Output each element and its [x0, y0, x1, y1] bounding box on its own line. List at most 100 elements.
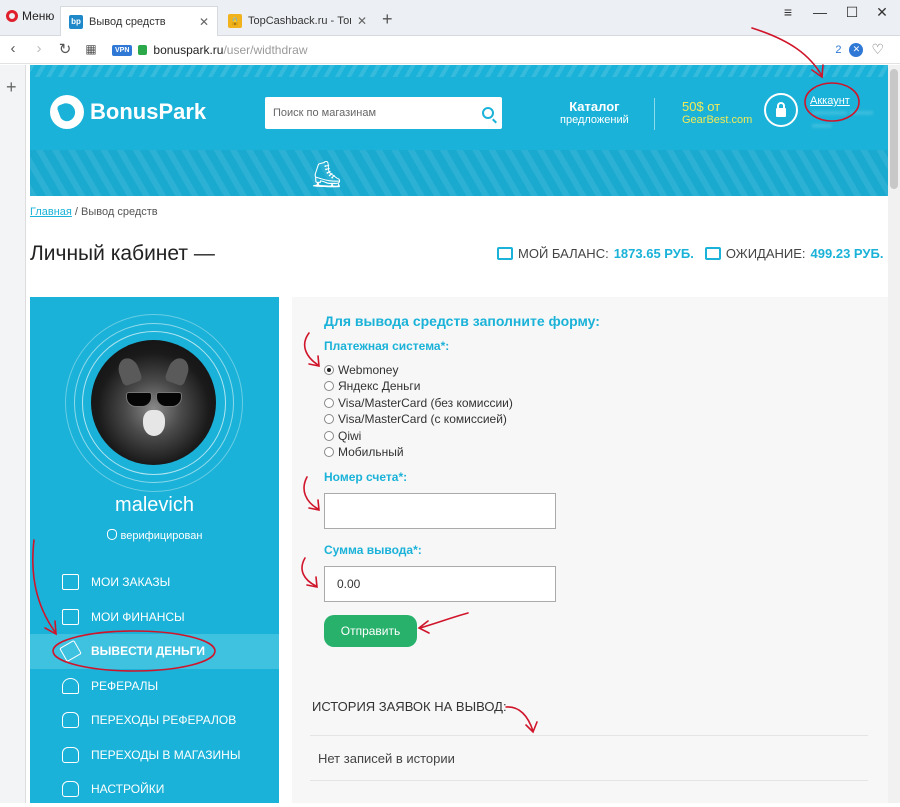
username: malevich [115, 494, 194, 516]
account-number-label: Номер счета*: [324, 470, 408, 484]
account-lock-button[interactable] [764, 93, 798, 127]
radio-label: Webmoney [338, 363, 399, 377]
hand-pointer-icon [62, 712, 79, 729]
tab-label: Вывод средств [89, 15, 166, 28]
menu-item-referral-clicks[interactable]: ПЕРЕХОДЫ РЕФЕРАЛОВ [30, 703, 279, 738]
promo-amount: 50$ от [682, 99, 721, 114]
submit-button[interactable]: Отправить [324, 615, 417, 647]
hand-logo-icon [50, 95, 84, 129]
menu-item-label: ПЕРЕХОДЫ РЕФЕРАЛОВ [91, 713, 237, 728]
skate-icon: ⛸ [310, 159, 344, 189]
url-host: bonuspark.ru [153, 43, 224, 57]
bonuspark-favicon-icon: bp [69, 14, 83, 29]
wallet-icon [704, 247, 721, 260]
shield-check-icon [106, 529, 117, 540]
url-field[interactable]: VPN bonuspark.ru /user/widthdraw 2 ✕ ♡ [112, 39, 892, 61]
sunglasses-icon [126, 392, 182, 407]
menu-item-label: НАСТРОЙКИ [91, 782, 165, 797]
scrollbar-thumb[interactable] [890, 69, 898, 189]
bookmark-heart-icon[interactable]: ♡ [871, 41, 884, 58]
withdraw-history: ИСТОРИЯ ЗАЯВОК НА ВЫВОД: Нет записей в и… [292, 683, 888, 803]
minimize-icon[interactable]: — [810, 4, 830, 20]
account-email-blurred: ********* ****** ***** [812, 110, 874, 134]
radio-button[interactable] [324, 414, 334, 424]
menu-item-settings[interactable]: НАСТРОЙКИ [30, 772, 279, 807]
tab-label: TopCashback.ru - Топ лучш [248, 15, 351, 27]
menu-item-label: РЕФЕРАЛЫ [91, 678, 159, 693]
radio-label: Мобильный [338, 445, 404, 459]
amount-label: Сумма вывода*: [324, 543, 422, 557]
lock-icon [776, 101, 786, 117]
speed-dial-icon[interactable]: ▦ [82, 42, 100, 56]
forward-icon[interactable]: › [30, 40, 48, 57]
catalog-title: Каталог [569, 99, 620, 114]
radio-qiwi[interactable]: Qiwi [324, 429, 361, 443]
breadcrumb-current: Вывод средств [81, 206, 158, 218]
bonuspark-logo[interactable]: BonusPark [50, 95, 206, 129]
amount-input[interactable]: 0.00 [324, 566, 556, 602]
site-header: ⛸ BonusPark Поиск по магазинам Каталог п… [30, 65, 888, 196]
pending-label: ОЖИДАНИЕ: [725, 246, 806, 261]
history-title: ИСТОРИЯ ЗАЯВОК НА ВЫВОД: [312, 699, 507, 714]
radio-visa-fee[interactable]: Visa/MasterCard (с комиссией) [324, 412, 507, 426]
back-icon[interactable]: ‹ [4, 40, 22, 57]
radio-button[interactable] [324, 398, 334, 408]
radio-yandex[interactable]: Яндекс Деньги [324, 379, 420, 393]
close-tab-icon[interactable]: ✕ [357, 14, 367, 28]
balance-value: 1873.65 РУБ. [613, 246, 694, 261]
store-search-input[interactable]: Поиск по магазинам [265, 97, 502, 129]
opera-menu-label: Меню [22, 9, 55, 23]
browser-sidebar: + [0, 65, 26, 803]
search-icon[interactable] [482, 107, 494, 119]
maximize-icon[interactable]: ☐ [842, 4, 862, 21]
book-icon [62, 608, 79, 625]
hand-pointer-icon [62, 781, 79, 798]
catalog-link[interactable]: Каталог предложений [560, 99, 629, 126]
header-banner-pattern [30, 150, 888, 196]
menu-item-referrals[interactable]: РЕФЕРАЛЫ [30, 669, 279, 704]
history-empty-message: Нет записей в истории [318, 751, 455, 766]
opera-logo-icon [6, 10, 18, 22]
opera-menu-button[interactable]: Меню [6, 9, 54, 23]
adblock-shield-icon[interactable]: ✕ [849, 42, 864, 57]
lock-favicon-icon: 🔒 [228, 14, 242, 28]
menu-item-store-clicks[interactable]: ПЕРЕХОДЫ В МАГАЗИНЫ [30, 738, 279, 773]
vpn-badge[interactable]: VPN [112, 44, 133, 56]
wallet-icon [497, 247, 513, 260]
radio-label: Яндекс Деньги [338, 379, 421, 393]
menu-item-orders[interactable]: МОИ ЗАКАЗЫ [30, 565, 279, 600]
add-sidebar-icon[interactable]: + [6, 77, 17, 98]
tab-withdraw[interactable]: bp Вывод средств ✕ [60, 6, 218, 36]
balance-summary: МОЙ БАЛАНС: 1873.65 РУБ. ОЖИДАНИЕ: 499.2… [497, 246, 883, 261]
verified-status: верифицирован [30, 529, 279, 542]
secure-lock-icon[interactable] [138, 45, 148, 55]
promo-link[interactable]: 50$ от GearBest.com [682, 99, 752, 126]
menu-item-withdraw[interactable]: ВЫВЕСТИ ДЕНЬГИ [30, 634, 279, 669]
new-tab-button[interactable]: + [382, 9, 393, 30]
menu-item-label: ВЫВЕСТИ ДЕНЬГИ [91, 644, 206, 659]
radio-button[interactable] [324, 431, 334, 441]
radio-button[interactable] [324, 365, 334, 375]
radio-button[interactable] [324, 447, 334, 457]
form-title: Для вывода средств заполните форму: [324, 313, 600, 329]
menu-item-label: МОИ ЗАКАЗЫ [91, 575, 171, 590]
breadcrumb-home-link[interactable]: Главная [30, 206, 72, 218]
tab-menu-icon[interactable]: ≡ [778, 4, 798, 20]
url-path: /user/widthdraw [223, 43, 308, 57]
breadcrumb: Главная / Вывод средств [30, 206, 158, 218]
tab-topcashback[interactable]: 🔒 TopCashback.ru - Топ лучш ✕ [220, 6, 375, 36]
menu-item-finances[interactable]: МОИ ФИНАНСЫ [30, 600, 279, 635]
page-scrollbar[interactable] [888, 65, 900, 803]
radio-label: Visa/MasterCard (без комиссии) [338, 396, 513, 410]
radio-button[interactable] [324, 381, 334, 391]
radio-webmoney[interactable]: Webmoney [324, 363, 398, 377]
verified-label: верифицирован [120, 530, 203, 542]
reload-icon[interactable]: ↻ [56, 40, 74, 58]
account-link[interactable]: Аккаунт [810, 95, 850, 107]
account-number-input[interactable] [324, 493, 556, 529]
account-menu: МОИ ЗАКАЗЫ МОИ ФИНАНСЫ ВЫВЕСТИ ДЕНЬГИ РЕ… [30, 565, 279, 807]
close-tab-icon[interactable]: ✕ [199, 15, 209, 29]
radio-visa-no-fee[interactable]: Visa/MasterCard (без комиссии) [324, 396, 513, 410]
close-window-icon[interactable]: ✕ [872, 4, 892, 21]
radio-mobile[interactable]: Мобильный [324, 445, 404, 459]
